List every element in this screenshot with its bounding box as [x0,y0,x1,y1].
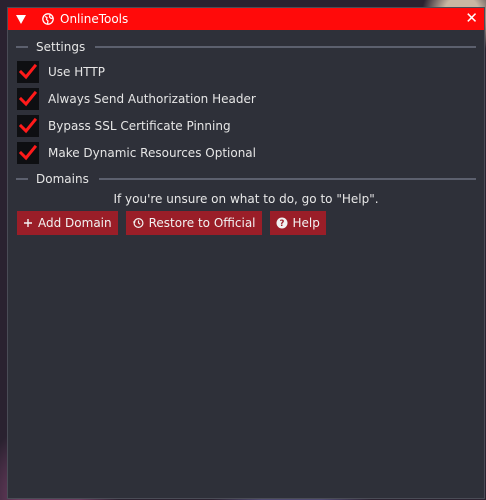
divider [16,46,28,48]
help-label: Help [292,216,320,230]
svg-text:?: ? [279,219,284,229]
restore-official-button[interactable]: Restore to Official [125,211,262,235]
domains-header-label: Domains [36,172,89,186]
globe-icon [42,13,54,25]
plus-icon [23,218,33,228]
option-label: Use HTTP [48,64,105,79]
settings-section-header: Settings [16,40,476,54]
online-tools-window: OnlineTools ✕ Settings Use HTTP Always S… [7,7,485,499]
title-bar[interactable]: OnlineTools ✕ [8,8,484,30]
checkmark-icon [19,90,37,106]
always-send-auth-checkbox[interactable] [17,87,39,110]
option-dynamic-resources[interactable]: Make Dynamic Resources Optional [17,139,484,166]
domains-info-text: If you're unsure on what to do, go to "H… [113,192,379,206]
checkmark-icon [19,117,37,133]
divider [16,178,28,180]
add-domain-button[interactable]: Add Domain [17,211,118,235]
settings-options: Use HTTP Always Send Authorization Heade… [8,58,484,166]
question-icon: ? [276,217,288,229]
option-label: Bypass SSL Certificate Pinning [48,118,231,133]
restore-official-label: Restore to Official [148,216,256,230]
use-http-checkbox[interactable] [17,60,39,83]
option-label: Always Send Authorization Header [48,91,256,106]
domains-section-header: Domains [16,172,476,186]
checkmark-icon [19,144,37,160]
settings-header-label: Settings [36,40,86,54]
close-icon[interactable]: ✕ [465,10,478,27]
add-domain-label: Add Domain [38,216,112,230]
domains-button-row: Add Domain Restore to Official ? Help [17,211,484,235]
divider [95,46,476,48]
help-button[interactable]: ? Help [269,211,326,235]
collapse-arrow-icon[interactable] [16,14,26,24]
option-use-http[interactable]: Use HTTP [17,58,484,85]
checkmark-icon [19,63,37,79]
option-label: Make Dynamic Resources Optional [48,145,256,160]
option-bypass-ssl[interactable]: Bypass SSL Certificate Pinning [17,112,484,139]
window-title: OnlineTools [60,12,129,26]
divider [98,178,476,180]
history-icon [132,217,144,229]
option-always-send-auth[interactable]: Always Send Authorization Header [17,85,484,112]
dynamic-resources-checkbox[interactable] [17,141,39,164]
bypass-ssl-checkbox[interactable] [17,114,39,137]
